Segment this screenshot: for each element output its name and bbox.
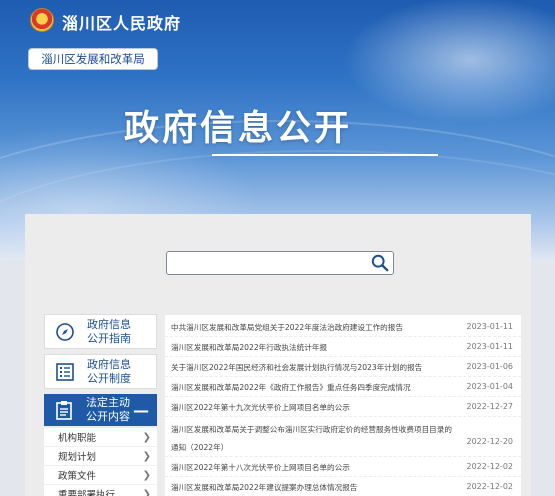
list-item[interactable]: 淄川区2022年第十九次光伏平价上网项目名单的公示 2022-12-27: [165, 397, 521, 417]
chevron-right-icon: ❯: [142, 469, 151, 481]
site-title[interactable]: 淄川区人民政府: [62, 10, 181, 34]
department-button[interactable]: 淄川区发展和改革局: [28, 48, 158, 70]
list-item-date: 2022-12-27: [466, 402, 514, 411]
search-input[interactable]: [166, 251, 394, 275]
list-item-title[interactable]: 中共淄川区发展和改革局党组关于2022年度法治政府建设工作的报告: [171, 322, 467, 333]
list-item[interactable]: 淄川区发展和改革局2022年建议提案办理总体情况报告 2022-12-02: [165, 477, 521, 496]
list-item[interactable]: 淄川区2022年第十八次光伏平价上网项目名单的公示 2022-12-02: [165, 457, 521, 477]
list-item[interactable]: 中共淄川区发展和改革局党组关于2022年度法治政府建设工作的报告 2023-01…: [165, 315, 521, 337]
list-item[interactable]: 淄川区发展和改革局2022年行政执法统计年报 2023-01-11: [165, 337, 521, 357]
list-item-title[interactable]: 淄川区2022年第十九次光伏平价上网项目名单的公示: [171, 402, 467, 413]
list-item[interactable]: 淄川区发展和改革局关于调整公布淄川区实行政府定价的经营服务性收费项目目录的通知（…: [165, 417, 521, 457]
list-item-title[interactable]: 淄川区发展和改革局关于调整公布淄川区实行政府定价的经营服务性收费项目目录的通知（…: [171, 421, 467, 457]
sidebar-subitem[interactable]: 机构职能 ❯: [44, 428, 157, 447]
list-item-title[interactable]: 淄川区发展和改革局2022年建议提案办理总体情况报告: [171, 482, 467, 493]
list-item-date: 2023-01-04: [466, 382, 514, 391]
chevron-right-icon: ❯: [142, 431, 151, 443]
list-item[interactable]: 淄川区发展和改革局2022年《政府工作报告》重点任务四季度完成情况 2023-0…: [165, 377, 521, 397]
clipboard-icon: [52, 398, 76, 422]
collapse-icon[interactable]: —: [133, 401, 149, 420]
national-emblem-icon: [30, 8, 54, 32]
list-item-title[interactable]: 淄川区2022年第十八次光伏平价上网项目名单的公示: [171, 462, 467, 473]
list-item-date: 2022-12-02: [466, 462, 514, 471]
sidebar-item-system[interactable]: 政府信息 公开制度: [44, 354, 157, 389]
list-item-title[interactable]: 淄川区发展和改革局2022年《政府工作报告》重点任务四季度完成情况: [171, 382, 467, 393]
sidebar-item-guide[interactable]: 政府信息 公开指南: [44, 314, 157, 349]
list-item-date: 2023-01-06: [466, 362, 514, 371]
list-item-date: 2023-01-11: [466, 342, 514, 351]
search-icon[interactable]: [371, 254, 389, 272]
list-item-title[interactable]: 关于淄川区2022年国民经济和社会发展计划执行情况与2023年计划的报告: [171, 362, 467, 373]
sidebar-subitem[interactable]: 规划计划 ❯: [44, 447, 157, 466]
sidebar-subitem[interactable]: 重要部署执行 ❯: [44, 485, 157, 496]
heading-underline: [212, 154, 438, 156]
sidebar-subitem[interactable]: 政策文件 ❯: [44, 466, 157, 485]
document-list: 中共淄川区发展和改革局党组关于2022年度法治政府建设工作的报告 2023-01…: [165, 315, 521, 496]
list-item[interactable]: 关于淄川区2022年国民经济和社会发展计划执行情况与2023年计划的报告 202…: [165, 357, 521, 377]
list-item-date: 2022-12-02: [466, 482, 514, 491]
list-item-title[interactable]: 淄川区发展和改革局2022年行政执法统计年报: [171, 342, 467, 353]
list-item-date: 2023-01-11: [466, 322, 514, 331]
chevron-right-icon: ❯: [142, 450, 151, 462]
sidebar-item-statutory-disclosure[interactable]: 法定主动 公开内容 —: [44, 394, 157, 426]
document-list-icon: [53, 360, 77, 384]
compass-icon: [53, 320, 77, 344]
sidebar: 政府信息 公开指南 政府信息 公开制度 法定主动 公开内容 — 机构职能 ❯ 规…: [44, 314, 157, 496]
chevron-right-icon: ❯: [142, 488, 151, 496]
page-heading: 政府信息公开: [124, 109, 353, 149]
sidebar-item-label: 法定主动 公开内容: [86, 396, 130, 423]
sidebar-item-label: 政府信息 公开制度: [87, 357, 131, 385]
list-item-date: 2022-12-20: [466, 437, 514, 446]
sidebar-item-label: 政府信息 公开指南: [87, 317, 131, 345]
